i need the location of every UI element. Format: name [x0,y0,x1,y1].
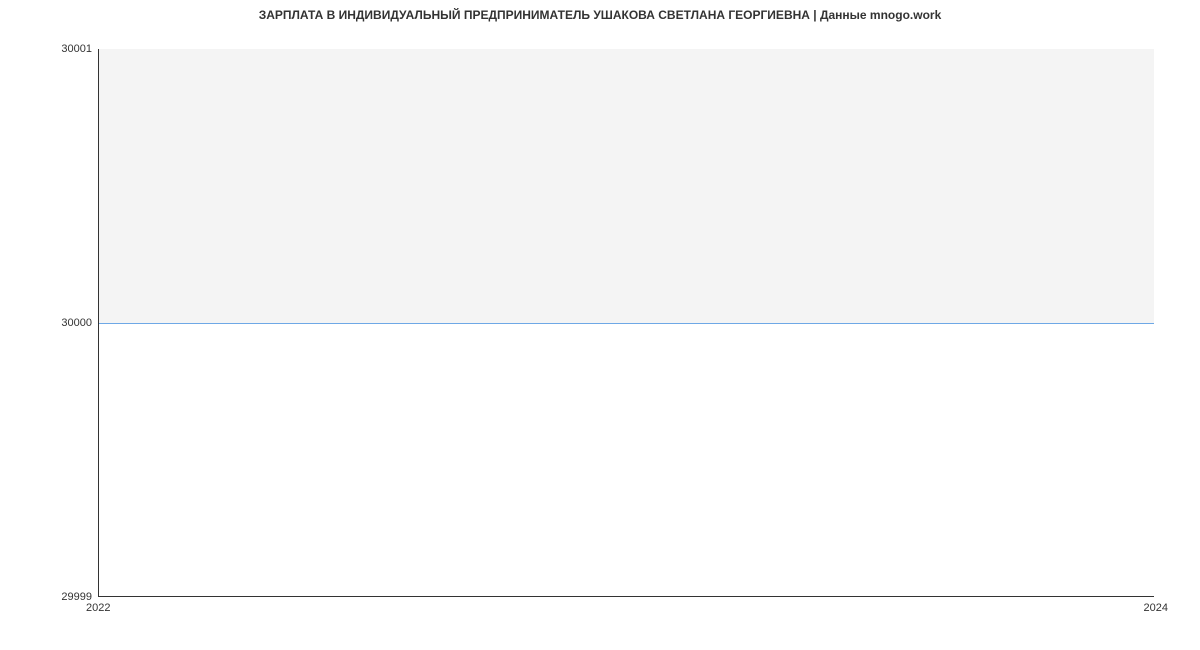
x-tick-label: 2022 [86,602,110,614]
plot-area [98,49,1154,597]
x-tick-label: 2024 [1144,602,1168,614]
data-line [99,323,1154,324]
grid-band [99,49,1154,323]
chart-title: ЗАРПЛАТА В ИНДИВИДУАЛЬНЫЙ ПРЕДПРИНИМАТЕЛ… [0,8,1200,22]
y-tick-label: 30000 [61,317,92,329]
y-tick-label: 30001 [61,43,92,55]
